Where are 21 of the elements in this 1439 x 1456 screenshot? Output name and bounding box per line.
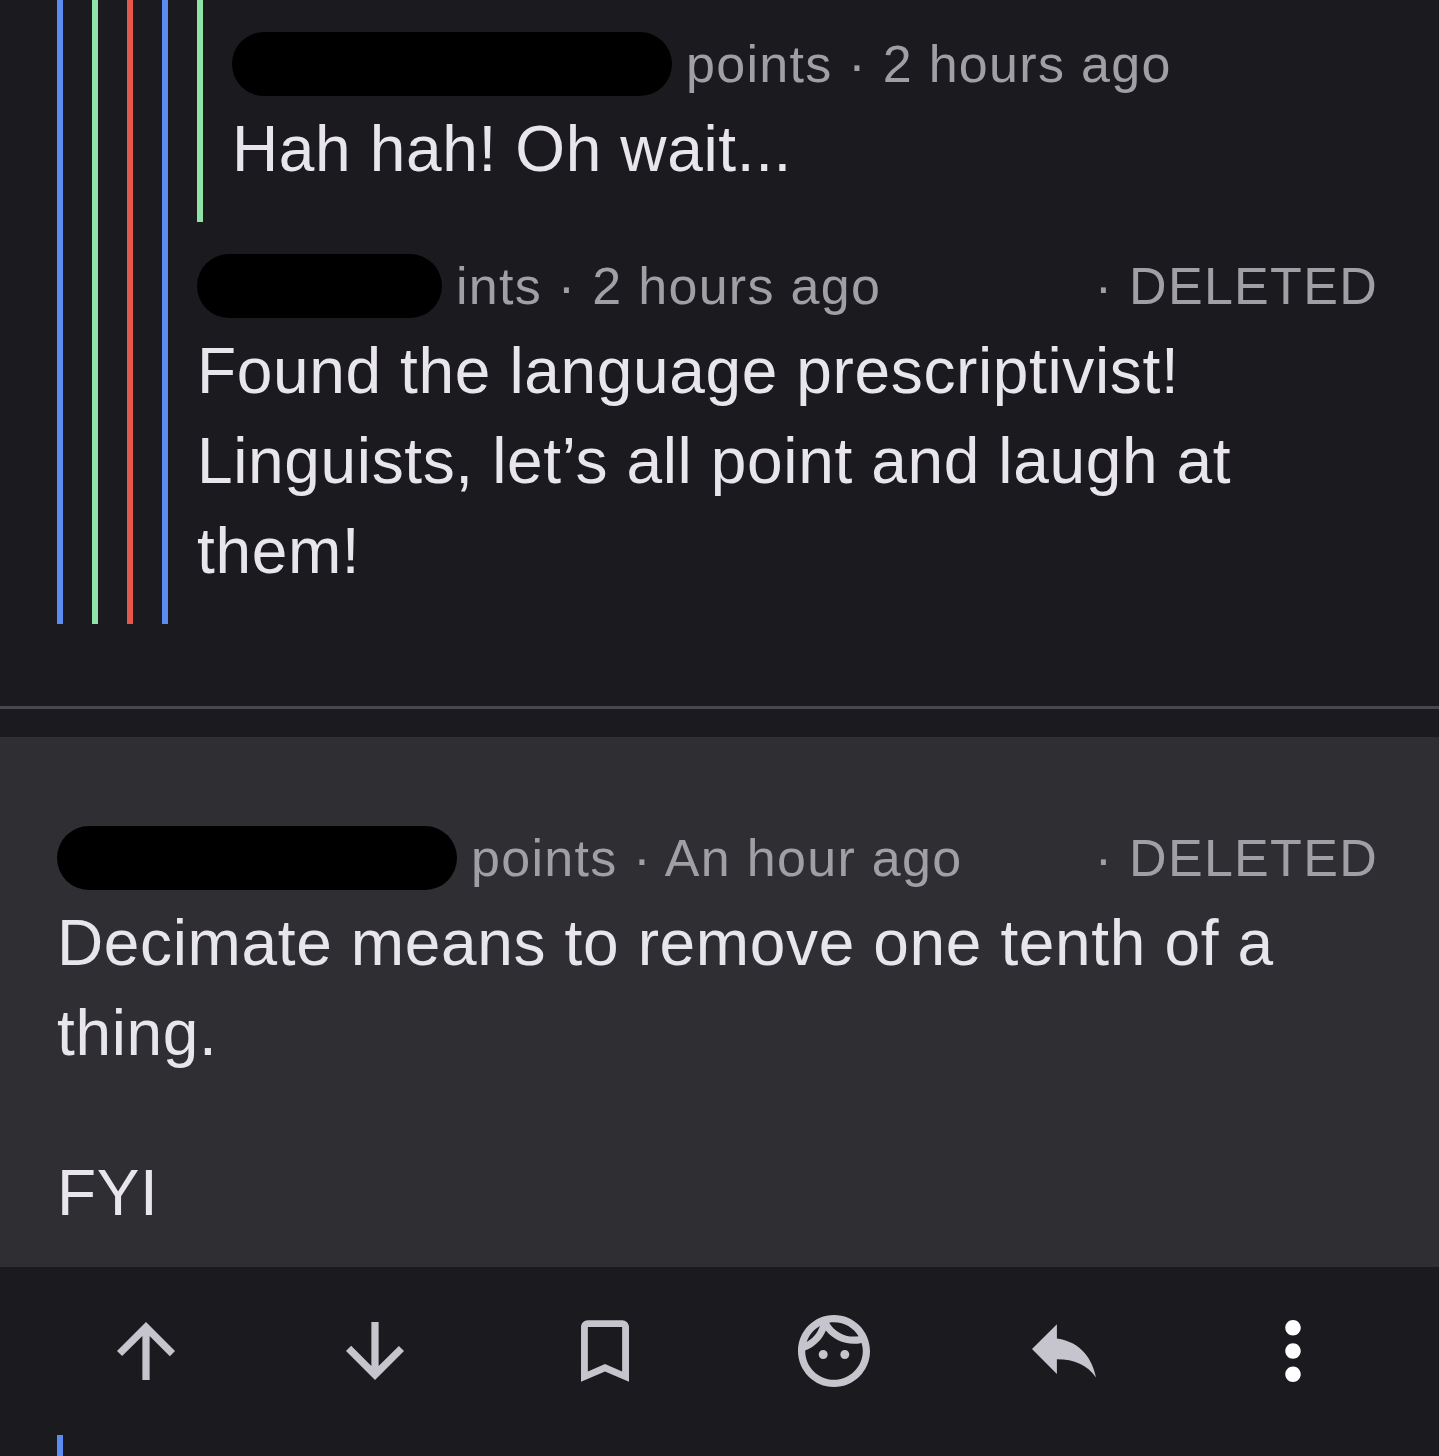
save-button[interactable] bbox=[580, 1320, 629, 1382]
face-icon bbox=[798, 1315, 871, 1387]
arrow-down-icon bbox=[346, 1322, 405, 1380]
bookmark-icon bbox=[580, 1320, 629, 1382]
deleted-label: · DELETED bbox=[1094, 828, 1378, 889]
comment-text: Hah hah! Oh wait... bbox=[232, 112, 793, 187]
comment-meta: points · 2 hours ago bbox=[686, 34, 1172, 95]
downvote-button[interactable] bbox=[346, 1322, 405, 1380]
profile-button[interactable] bbox=[798, 1315, 871, 1387]
upvote-button[interactable] bbox=[116, 1322, 175, 1380]
reply-button[interactable] bbox=[1031, 1324, 1096, 1378]
comment-text: FYI bbox=[57, 1156, 160, 1231]
comment-meta: points · An hour ago bbox=[471, 828, 963, 889]
more-options-button[interactable] bbox=[1285, 1320, 1302, 1382]
comment-meta: ints · 2 hours ago bbox=[456, 256, 882, 317]
more-vertical-icon bbox=[1285, 1320, 1302, 1382]
comment-text: Found the language prescriptivist! Linguists, let’s all point and laugh at them! bbox=[197, 334, 1233, 589]
deleted-label: · DELETED bbox=[1094, 256, 1378, 317]
reply-icon bbox=[1031, 1324, 1096, 1378]
arrow-up-icon bbox=[116, 1322, 175, 1380]
comment-text: Decimate means to remove one tenth of a thing. bbox=[57, 906, 1275, 1071]
